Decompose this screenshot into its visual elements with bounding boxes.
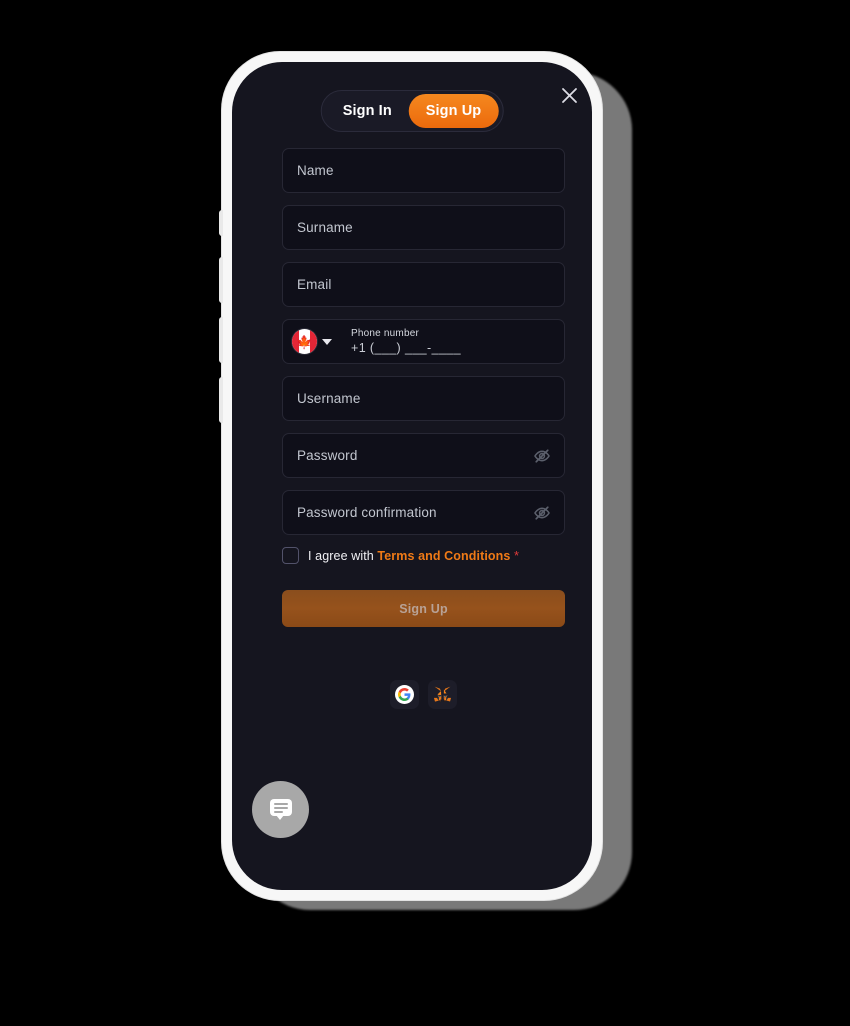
name-field-placeholder: Name [297,163,334,178]
terms-text: I agree with Terms and Conditions * [308,548,519,563]
country-code-selector[interactable]: 🍁 [292,329,341,354]
chat-bubble-icon [269,799,292,820]
email-field-placeholder: Email [297,277,332,292]
phone-side-button-volume-up[interactable] [219,257,223,303]
phone-field-placeholder: +1 (___) ___-____ [351,341,462,355]
metamask-fox-icon [433,686,452,702]
eye-off-icon[interactable] [532,446,552,466]
sign-up-form: Name Surname Email 🍁 Phone number +1 (__… [282,148,565,709]
terms-prefix: I agree with [308,549,374,563]
social-login-row [282,680,565,709]
terms-and-conditions-link[interactable]: Terms and Conditions [377,549,510,563]
tab-sign-in[interactable]: Sign In [326,94,409,128]
close-icon[interactable] [555,81,583,109]
phone-side-button-volume-down[interactable] [219,317,223,363]
surname-field[interactable]: Surname [282,205,565,250]
sign-up-submit-button[interactable]: Sign Up [282,590,565,627]
username-field[interactable]: Username [282,376,565,421]
phone-side-button-silent[interactable] [219,210,223,236]
eye-off-icon-confirmation[interactable] [532,503,552,523]
phone-side-button-power[interactable] [219,377,223,423]
terms-agreement-row: I agree with Terms and Conditions * [282,547,565,564]
required-marker: * [514,548,520,563]
canada-flag-icon: 🍁 [292,329,317,354]
auth-tab-switch: Sign In Sign Up [320,90,504,132]
password-field[interactable]: Password [282,433,565,478]
tab-sign-up[interactable]: Sign Up [408,94,499,128]
surname-field-placeholder: Surname [297,220,353,235]
phone-number-field[interactable]: 🍁 Phone number +1 (___) ___-____ [282,319,565,364]
google-icon [395,685,414,704]
password-field-placeholder: Password [297,448,358,463]
phone-screen: Sign In Sign Up Name Surname Email 🍁 Pho… [232,62,592,890]
support-chat-button[interactable] [252,781,309,838]
google-login-button[interactable] [390,680,419,709]
phone-field-label: Phone number [351,328,420,339]
metamask-login-button[interactable] [428,680,457,709]
name-field[interactable]: Name [282,148,565,193]
phone-field-texts: Phone number +1 (___) ___-____ [351,328,461,355]
chevron-down-icon[interactable] [322,338,332,345]
screenshot-canvas: Sign In Sign Up Name Surname Email 🍁 Pho… [0,0,850,1026]
terms-checkbox[interactable] [282,547,299,564]
username-field-placeholder: Username [297,391,361,406]
password-confirmation-placeholder: Password confirmation [297,505,437,520]
email-field[interactable]: Email [282,262,565,307]
password-confirmation-field[interactable]: Password confirmation [282,490,565,535]
